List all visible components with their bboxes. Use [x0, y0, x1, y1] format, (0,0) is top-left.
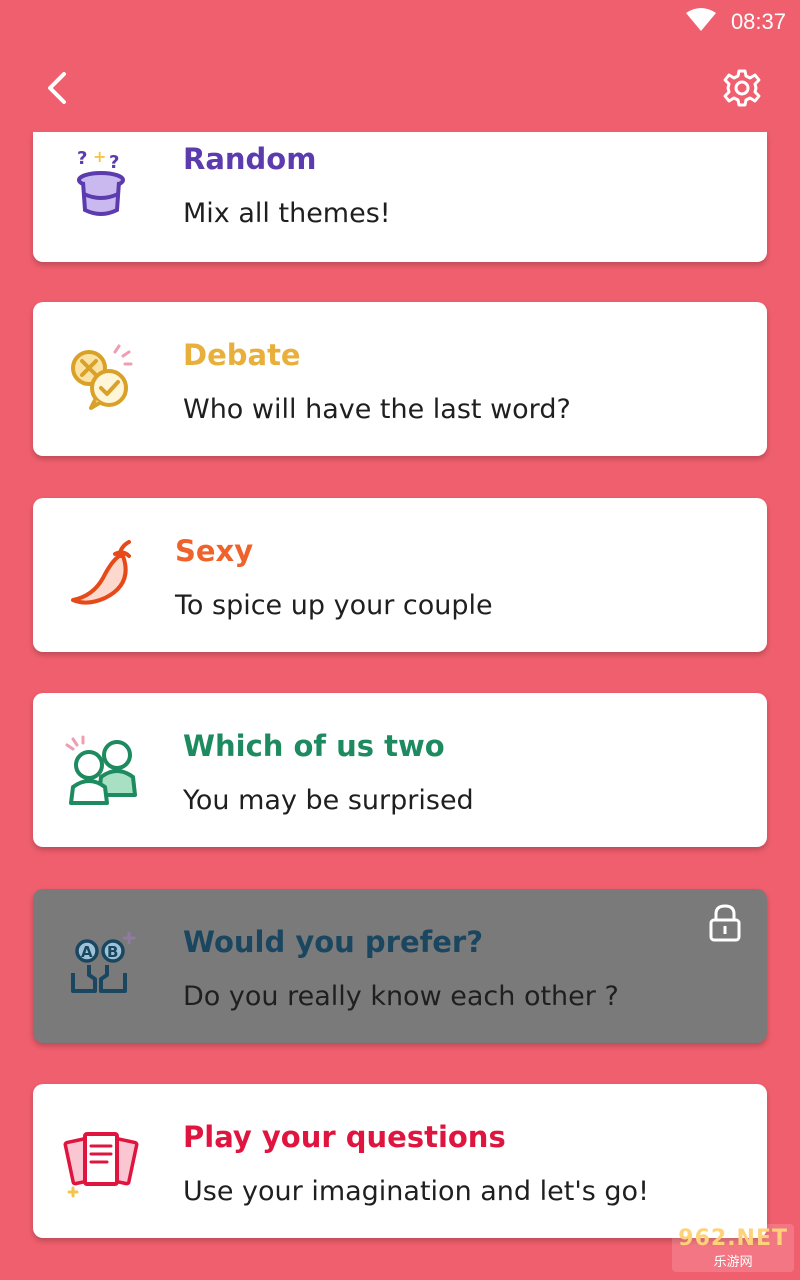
theme-subtitle: To spice up your couple — [175, 590, 493, 621]
theme-list[interactable]: ? ? + Random Mix all themes! Debate Who … — [0, 132, 800, 1280]
theme-card-which-of-us-two[interactable]: Which of us two You may be surprised — [33, 693, 767, 847]
watermark-main: 962.NET — [678, 1226, 788, 1251]
magic-hat-icon: ? ? + — [77, 147, 125, 216]
theme-subtitle: Do you really know each other ? — [183, 981, 619, 1012]
theme-title: Play your questions — [183, 1120, 506, 1154]
ab-choice-hands-icon: A B — [71, 931, 136, 993]
wifi-icon — [686, 8, 716, 31]
theme-subtitle: Who will have the last word? — [183, 394, 571, 425]
gear-icon — [723, 69, 761, 107]
theme-title: Sexy — [175, 534, 254, 568]
question-cards-icon — [63, 1132, 139, 1198]
theme-card-would-you-prefer[interactable]: A B Would you prefer? Do you really know… — [33, 889, 767, 1043]
watermark-sub: 乐游网 — [713, 1255, 753, 1270]
back-arrow-icon — [48, 72, 66, 104]
theme-subtitle: Mix all themes! — [183, 198, 391, 229]
svg-text:?: ? — [109, 152, 119, 173]
svg-text:?: ? — [77, 148, 87, 169]
status-bar: 08:37 — [0, 0, 800, 44]
theme-subtitle: Use your imagination and let's go! — [183, 1176, 649, 1207]
theme-card-sexy[interactable]: Sexy To spice up your couple — [33, 498, 767, 652]
theme-title: Which of us two — [183, 729, 445, 763]
back-button[interactable] — [36, 66, 80, 110]
settings-button[interactable] — [720, 66, 764, 110]
theme-title: Debate — [183, 338, 301, 372]
padlock-icon — [709, 904, 741, 942]
theme-subtitle: You may be surprised — [183, 785, 474, 816]
theme-card-random[interactable]: ? ? + Random Mix all themes! — [33, 132, 767, 262]
status-time: 08:37 — [730, 9, 786, 34]
theme-title: Would you prefer? — [183, 925, 484, 959]
svg-text:B: B — [107, 943, 118, 961]
chili-pepper-icon — [71, 540, 131, 605]
app-bar — [0, 44, 800, 132]
svg-text:+: + — [93, 147, 106, 166]
debate-bubbles-icon — [71, 344, 133, 410]
theme-card-play-your-questions[interactable]: Play your questions Use your imagination… — [33, 1084, 767, 1238]
theme-card-debate[interactable]: Debate Who will have the last word? — [33, 302, 767, 456]
theme-title: Random — [183, 142, 317, 176]
svg-text:A: A — [81, 943, 93, 961]
site-watermark: 962.NET 乐游网 — [672, 1224, 794, 1272]
two-people-icon — [65, 735, 137, 805]
